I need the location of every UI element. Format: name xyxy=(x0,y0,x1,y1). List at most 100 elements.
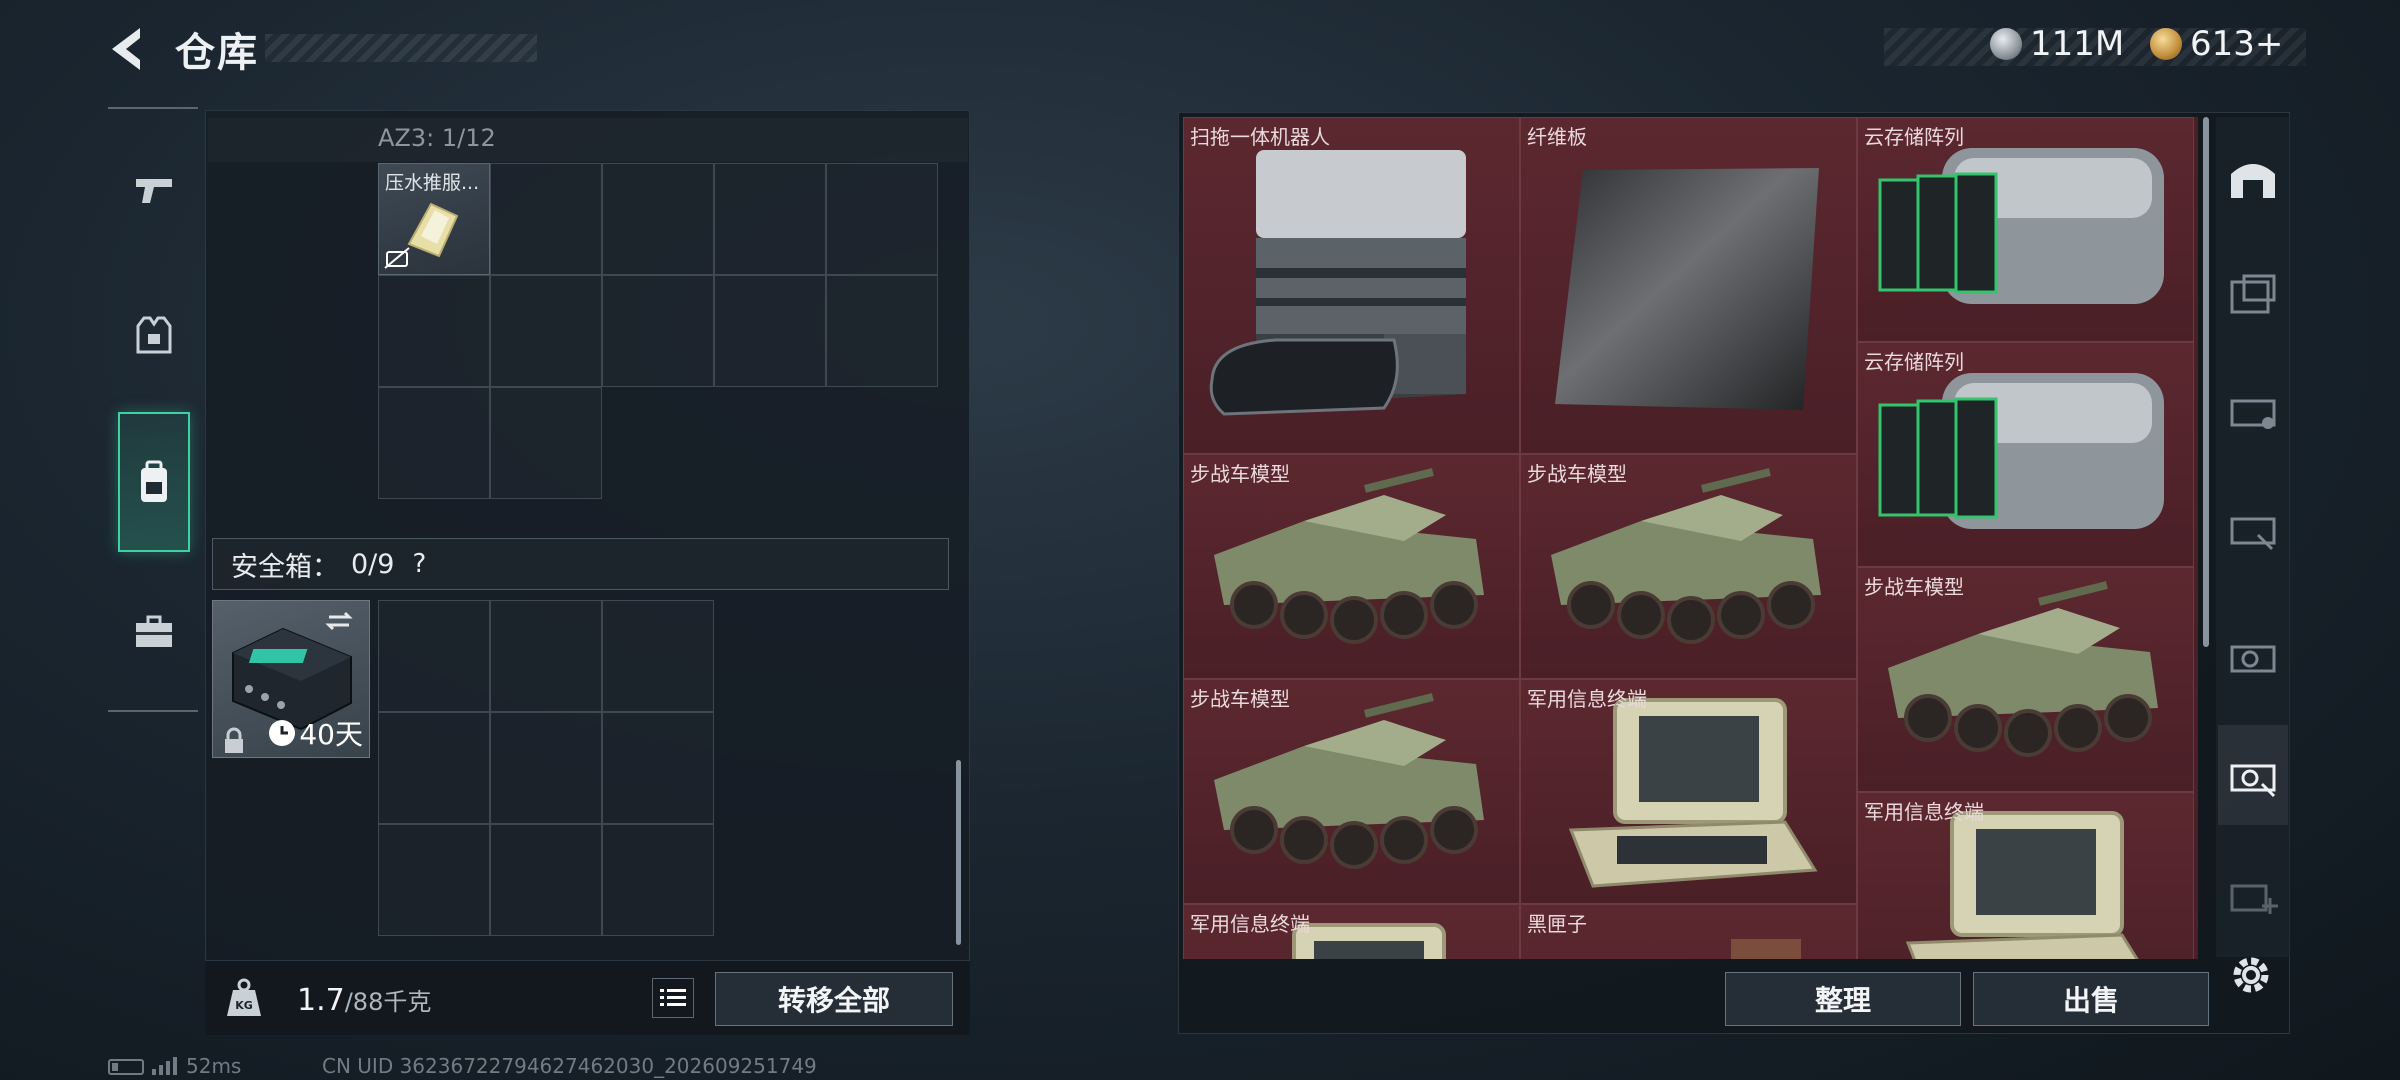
grid-cell[interactable] xyxy=(602,824,714,936)
settings-button[interactable] xyxy=(2226,950,2276,1000)
item-name: 压水推服... xyxy=(385,172,480,194)
stash-item-military-terminal[interactable]: 军用信息终端 xyxy=(1183,904,1520,959)
stash-item-ifv-model[interactable]: 步战车模型 xyxy=(1183,454,1520,679)
stash-item-black-box[interactable]: 黑匣子 xyxy=(1520,904,1857,959)
grid-cell[interactable] xyxy=(490,824,602,936)
backpack-icon xyxy=(141,460,167,502)
grid-cell[interactable] xyxy=(490,600,602,712)
grid-cell[interactable] xyxy=(378,824,490,936)
weight-readout: 1.7/88千克 xyxy=(297,982,431,1018)
battery-signal-icon xyxy=(108,1057,177,1075)
grid-cell[interactable] xyxy=(378,387,490,499)
safe-box-label: 安全箱： xyxy=(231,551,339,583)
grid-cell[interactable] xyxy=(826,275,938,387)
item-name: 步战车模型 xyxy=(1190,687,1290,711)
stash-page-icon xyxy=(2230,645,2276,673)
stash-item-cloud-storage[interactable]: 云存储阵列 xyxy=(1857,342,2194,567)
stash-tab-page-4[interactable] xyxy=(2218,606,2288,706)
item-name: 军用信息终端 xyxy=(1864,800,1984,824)
weight-current: 1.7 xyxy=(297,983,345,1018)
stash-item-military-terminal[interactable]: 军用信息终端 xyxy=(1520,679,1857,904)
stash-tab-page-2[interactable] xyxy=(2218,360,2288,460)
grid-cell[interactable] xyxy=(378,712,490,824)
stash-item-ifv-model[interactable]: 步战车模型 xyxy=(1520,454,1857,679)
grid-cell[interactable] xyxy=(490,387,602,499)
stash-item-ifv-model[interactable]: 步战车模型 xyxy=(1183,679,1520,904)
safe-case-tile[interactable]: 40天 xyxy=(212,600,370,758)
clock-icon xyxy=(269,720,296,746)
item-name: 云存储阵列 xyxy=(1864,350,1964,374)
stash-tab-page-5[interactable] xyxy=(2218,725,2288,825)
robot-vacuum-icon xyxy=(1209,150,1466,416)
page-title: 仓库 xyxy=(175,30,259,76)
gold-coin-icon xyxy=(2150,28,2182,60)
back-arrow-icon xyxy=(112,28,140,70)
silver-amount: 111M xyxy=(2030,24,2125,64)
stash-page-icon xyxy=(2230,517,2276,551)
grid-cell[interactable] xyxy=(490,163,602,275)
weight-icon[interactable]: KG xyxy=(225,978,263,1018)
rail-tab-toolbox[interactable] xyxy=(118,588,190,676)
rail-tab-backpack[interactable] xyxy=(118,412,190,552)
expiry-days: 40天 xyxy=(299,718,363,751)
item-name: 步战车模型 xyxy=(1527,462,1627,486)
rail-tab-armor[interactable] xyxy=(118,292,190,380)
silver-coin-icon xyxy=(1990,28,2022,60)
safe-box-grid[interactable] xyxy=(378,600,718,940)
ifv-model-icon xyxy=(1214,468,1484,644)
stash-tab-page-3[interactable] xyxy=(2218,478,2288,578)
pressure-item-tile[interactable]: 压水推服... xyxy=(378,163,490,275)
rail-divider xyxy=(108,710,198,712)
safe-box-count: 0/9 xyxy=(351,548,395,580)
stash-grid[interactable]: 扫拖一体机器人 纤维板 云存储阵列 云存储阵列 步战车模型 步战车模型 步战车模… xyxy=(1183,117,2198,959)
transfer-all-button[interactable]: 转移全部 xyxy=(715,972,953,1026)
tidy-button[interactable]: 整理 xyxy=(1725,972,1961,1026)
rail-tab-weapons[interactable] xyxy=(118,145,190,233)
expiry-timer: 40天 xyxy=(269,713,363,753)
back-button[interactable] xyxy=(104,22,150,76)
ping-value: 52ms xyxy=(186,1054,242,1078)
item-name: 军用信息终端 xyxy=(1190,912,1310,936)
scrollbar[interactable] xyxy=(2203,117,2209,647)
currency-gold[interactable]: 613+ xyxy=(2150,24,2283,64)
stash-tab-add[interactable] xyxy=(2218,845,2288,945)
vault-icon xyxy=(2231,164,2275,198)
grid-cell[interactable] xyxy=(602,275,714,387)
safe-box-header: 安全箱： 0/9 ? xyxy=(212,538,949,590)
stash-tab-all[interactable] xyxy=(2218,128,2288,228)
stash-item-ifv-model[interactable]: 步战车模型 xyxy=(1857,567,2194,792)
help-icon[interactable]: ? xyxy=(406,549,432,579)
stash-item-cloud-storage[interactable]: 云存储阵列 xyxy=(1857,117,2194,342)
grid-cell[interactable] xyxy=(378,600,490,712)
ifv-model-icon xyxy=(1888,581,2158,757)
item-name: 扫拖一体机器人 xyxy=(1190,125,1330,149)
user-uid: CN UID 36236722794627462030_202609251749 xyxy=(322,1054,817,1078)
item-name: 步战车模型 xyxy=(1190,462,1290,486)
cloud-storage-array-icon xyxy=(1878,373,2164,529)
grid-cell[interactable] xyxy=(490,275,602,387)
grid-cell[interactable] xyxy=(602,712,714,824)
currency-silver[interactable]: 111M xyxy=(1990,24,2124,64)
grid-cell[interactable] xyxy=(490,712,602,824)
stash-item-fiber-board[interactable]: 纤维板 xyxy=(1520,117,1857,454)
grid-cell[interactable] xyxy=(826,163,938,275)
grid-cell[interactable] xyxy=(602,600,714,712)
stash-item-robot-vacuum[interactable]: 扫拖一体机器人 xyxy=(1183,117,1520,454)
vest-icon xyxy=(136,316,172,354)
grid-cell[interactable] xyxy=(714,275,826,387)
grid-cell[interactable] xyxy=(602,163,714,275)
ifv-model-icon xyxy=(1214,693,1484,869)
stash-page-icon xyxy=(2230,764,2276,798)
grid-cell[interactable] xyxy=(378,275,490,387)
svg-text:KG: KG xyxy=(235,999,253,1012)
stash-tab-page-1[interactable] xyxy=(2218,245,2288,345)
sell-button[interactable]: 出售 xyxy=(1973,972,2209,1026)
grid-cell[interactable] xyxy=(714,163,826,275)
list-icon xyxy=(660,989,686,1006)
stash-item-military-terminal[interactable]: 军用信息终端 xyxy=(1857,792,2194,959)
scrollbar[interactable] xyxy=(956,760,961,945)
list-view-button[interactable] xyxy=(652,978,694,1018)
backpack-grid[interactable]: 压水推服... xyxy=(378,163,943,503)
fiber-board-icon xyxy=(1555,168,1819,410)
title-decoration xyxy=(265,34,537,62)
